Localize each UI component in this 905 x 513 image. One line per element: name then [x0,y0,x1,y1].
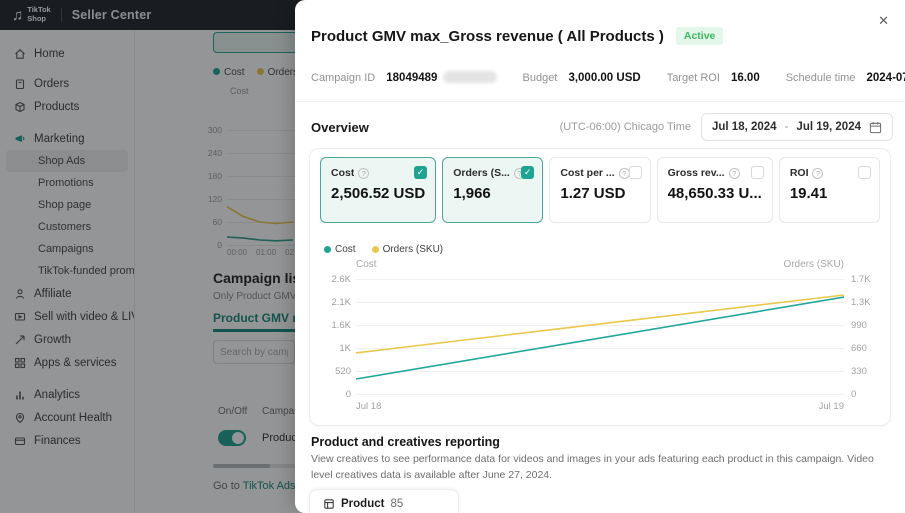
tab-product[interactable]: Product 85 [309,489,459,513]
campaign-id-value: 18049489 [386,72,438,84]
product-icon [324,499,334,509]
date-start: Jul 18, 2024 [712,121,777,133]
metric-card-roi[interactable]: ROI 19.41 [778,157,880,223]
date-end: Jul 19, 2024 [796,121,861,133]
schedule-time-field: Schedule time 2024-07-18 15:09:28 [786,72,905,84]
calendar-icon [869,121,882,134]
target-roi-field: Target ROI 16.00 [666,71,760,84]
y-tick-left: 1K [339,343,351,354]
metric-card-gross-revenue[interactable]: Gross rev... 48,650.33 U... [656,157,773,223]
line-chart-svg [355,294,845,380]
metric-value: 1.27 USD [560,185,626,202]
metric-value: 2,506.52 USD [331,185,426,202]
schedule-time-value: 2024-07-18 15:09:28 [866,71,905,84]
metric-checkbox[interactable] [521,166,535,179]
redacted-id-blur [442,71,497,83]
metric-checkbox[interactable] [414,166,428,179]
legend-orders-sku[interactable]: Orders (SKU) [371,244,443,255]
date-range-picker[interactable]: Jul 18, 2024 - Jul 19, 2024 [701,113,893,141]
y-tick-right: 0 [851,389,857,400]
metric-card-cost[interactable]: Cost 2,506.52 USD [320,157,437,223]
budget-field: Budget 3,000.00 USD [522,71,641,84]
x-tick: Jul 19 [818,401,844,412]
divider [295,101,905,102]
y-tick-left: 520 [335,366,351,377]
y-tick-right: 330 [851,366,867,377]
axis-titles: Cost Orders (SKU) [356,259,844,270]
y-tick-right: 660 [851,343,867,354]
x-axis-labels: Jul 18 Jul 19 [356,401,844,412]
reporting-description: View creatives to see performance data f… [311,453,874,481]
y-tick-left: 1.6K [331,320,351,331]
campaign-title: Product GMV max_Gross revenue ( All Prod… [311,27,664,45]
overview-panel: Cost 2,506.52 USD Orders (S... 1,966 Cos… [309,148,891,426]
performance-chart: 2.6K 1.7K 2.1K 1.3K 1.6K 990 1K 660 520 330 0… [331,274,870,400]
timezone-label: (UTC-06:00) Chicago Time [559,121,691,133]
y-tick-left: 2.6K [331,274,351,285]
metric-checkbox[interactable] [750,166,764,179]
campaign-details-row: Campaign ID 18049489 Budget 3,000.00 USD… [311,71,905,84]
y-tick-left: 2.1K [331,297,351,308]
y-tick-right: 990 [851,320,867,331]
orders-dot-icon [371,246,379,253]
budget-value: 3,000.00 USD [568,71,641,84]
metric-checkbox[interactable] [857,166,871,179]
campaign-detail-drawer: ✕ Product GMV max_Gross revenue ( All Pr… [295,0,905,513]
product-count: 85 [390,498,404,510]
y-tick-right: 1.3K [851,297,871,308]
metric-card-cost-per-order[interactable]: Cost per ... 1.27 USD [549,157,651,223]
target-roi-value: 16.00 [730,71,760,84]
legend-cost[interactable]: Cost [324,244,356,255]
info-icon[interactable] [812,167,824,179]
metric-card-orders-sku[interactable]: Orders (S... 1,966 [442,157,544,223]
app-root: ♫ TikTok Shop Seller Center Home Orders … [0,0,905,513]
metric-value: 1,966 [453,185,491,202]
metric-checkbox[interactable] [628,166,642,179]
right-axis-title: Orders (SKU) [783,259,844,270]
chart-legend: Cost Orders (SKU) [324,244,443,255]
reporting-title: Product and creatives reporting [311,435,500,449]
y-tick-right: 1.7K [851,274,871,285]
y-tick-left: 0 [345,389,351,400]
info-icon[interactable] [728,167,740,179]
left-axis-title: Cost [356,259,377,270]
campaign-id-field: Campaign ID 18049489 [311,71,497,84]
metric-value: 48,650.33 U... [667,185,762,202]
cost-dot-icon [324,246,331,253]
x-tick: Jul 18 [356,401,382,412]
info-icon[interactable] [358,167,370,179]
metric-value: 19.41 [789,185,828,202]
overview-title: Overview [311,119,369,135]
close-icon[interactable]: ✕ [878,14,889,27]
status-badge: Active [675,27,724,45]
